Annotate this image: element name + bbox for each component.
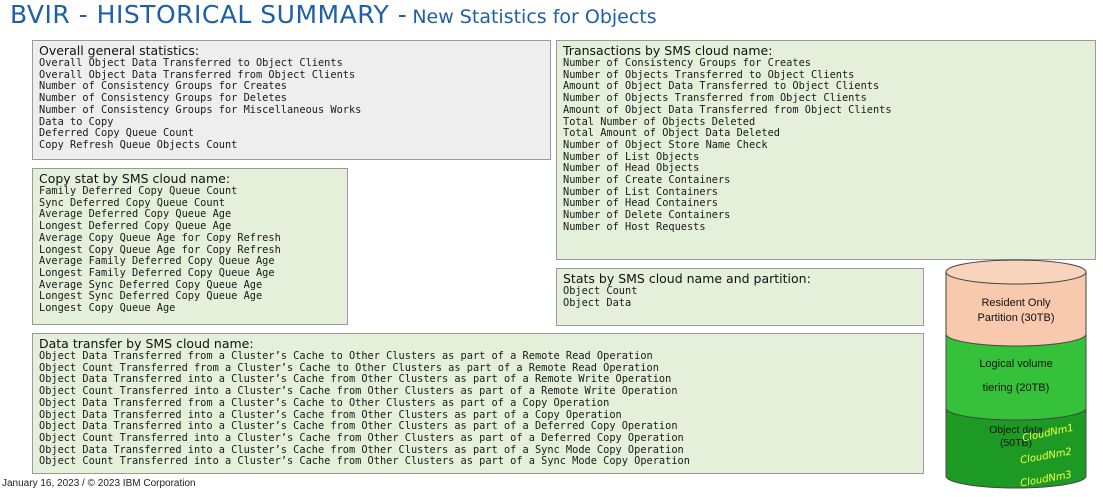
list-item: Object Count bbox=[563, 285, 638, 297]
list-item: Longest Family Deferred Copy Queue Age bbox=[39, 266, 275, 279]
list-item: Overall Object Data Transferred to Objec… bbox=[39, 57, 343, 69]
slide-title-main: BVIR - HISTORICAL SUMMARY - bbox=[10, 0, 408, 29]
list-item: Copy Refresh Queue Objects Count bbox=[39, 138, 238, 151]
list-item: Number of Create Containers bbox=[563, 174, 731, 187]
cylinder-logical-section bbox=[945, 333, 1087, 421]
list-item: Object Data bbox=[563, 296, 632, 309]
overall-stats-box: Overall general statistics: Overall Obje… bbox=[32, 40, 551, 160]
tiering-label: tiering (20TB) bbox=[982, 382, 1050, 394]
list-item: Object Data Transferred from a Cluster’s… bbox=[39, 350, 653, 362]
copy-stat-box: Copy stat by SMS cloud name: Family Defe… bbox=[32, 168, 348, 325]
overall-stats-heading: Overall general statistics: bbox=[39, 43, 200, 58]
list-item: Number of Consistency Groups for Creates bbox=[563, 57, 811, 69]
resident-label: Resident Only Partition (30TB) bbox=[956, 296, 1076, 326]
storage-cylinder: Resident Only Partition (30TB) Logical v… bbox=[936, 258, 1100, 492]
partition-stats-heading: Stats by SMS cloud name and partition: bbox=[563, 271, 811, 286]
logical-label: Logical volume bbox=[979, 358, 1053, 370]
list-item: Family Deferred Copy Queue Count bbox=[39, 185, 238, 197]
slide-title-sub: New Statistics for Objects bbox=[412, 6, 657, 28]
list-item: Object Data Transferred from a Cluster’s… bbox=[39, 396, 610, 409]
resident-label-line1: Resident Only bbox=[981, 297, 1051, 309]
transactions-heading: Transactions by SMS cloud name: bbox=[563, 43, 773, 58]
cylinder-top-ellipse bbox=[945, 259, 1087, 285]
list-item: Number of Consistency Groups for Miscell… bbox=[39, 103, 362, 116]
data-transfer-box: Data transfer by SMS cloud name: Object … bbox=[32, 333, 924, 474]
transactions-list: Number of Consistency Groups for Creates… bbox=[563, 57, 1089, 234]
list-item: Amount of Object Data Transferred from O… bbox=[563, 103, 892, 116]
partition-stats-box: Stats by SMS cloud name and partition: O… bbox=[556, 268, 924, 326]
resident-label-line2: Partition (30TB) bbox=[977, 312, 1055, 324]
data-transfer-heading: Data transfer by SMS cloud name: bbox=[39, 336, 254, 351]
transactions-box: Transactions by SMS cloud name: Number o… bbox=[556, 40, 1096, 260]
overall-stats-list: Overall Object Data Transferred to Objec… bbox=[39, 57, 544, 152]
list-item: Number of Object Store Name Check bbox=[563, 138, 768, 151]
list-item: Object Count Transferred into a Cluster’… bbox=[39, 455, 690, 468]
cylinder-graphic bbox=[945, 259, 1087, 489]
copy-stat-heading: Copy stat by SMS cloud name: bbox=[39, 171, 231, 186]
list-item: Longest Copy Queue Age bbox=[39, 302, 176, 315]
slide-title: BVIR - HISTORICAL SUMMARY - New Statisti… bbox=[10, 0, 657, 34]
list-item: Number of Host Requests bbox=[563, 220, 706, 233]
footer-copyright: January 16, 2023 / © 2023 IBM Corporatio… bbox=[2, 478, 196, 489]
data-transfer-list: Object Data Transferred from a Cluster’s… bbox=[39, 350, 917, 468]
partition-stats-list: Object Count Object Data bbox=[563, 285, 917, 309]
copy-stat-list: Family Deferred Copy Queue Count Sync Def… bbox=[39, 185, 341, 315]
list-item: Object Count Transferred into a Cluster’… bbox=[39, 431, 684, 444]
list-item: Average Copy Queue Age for Copy Refresh bbox=[39, 231, 281, 244]
